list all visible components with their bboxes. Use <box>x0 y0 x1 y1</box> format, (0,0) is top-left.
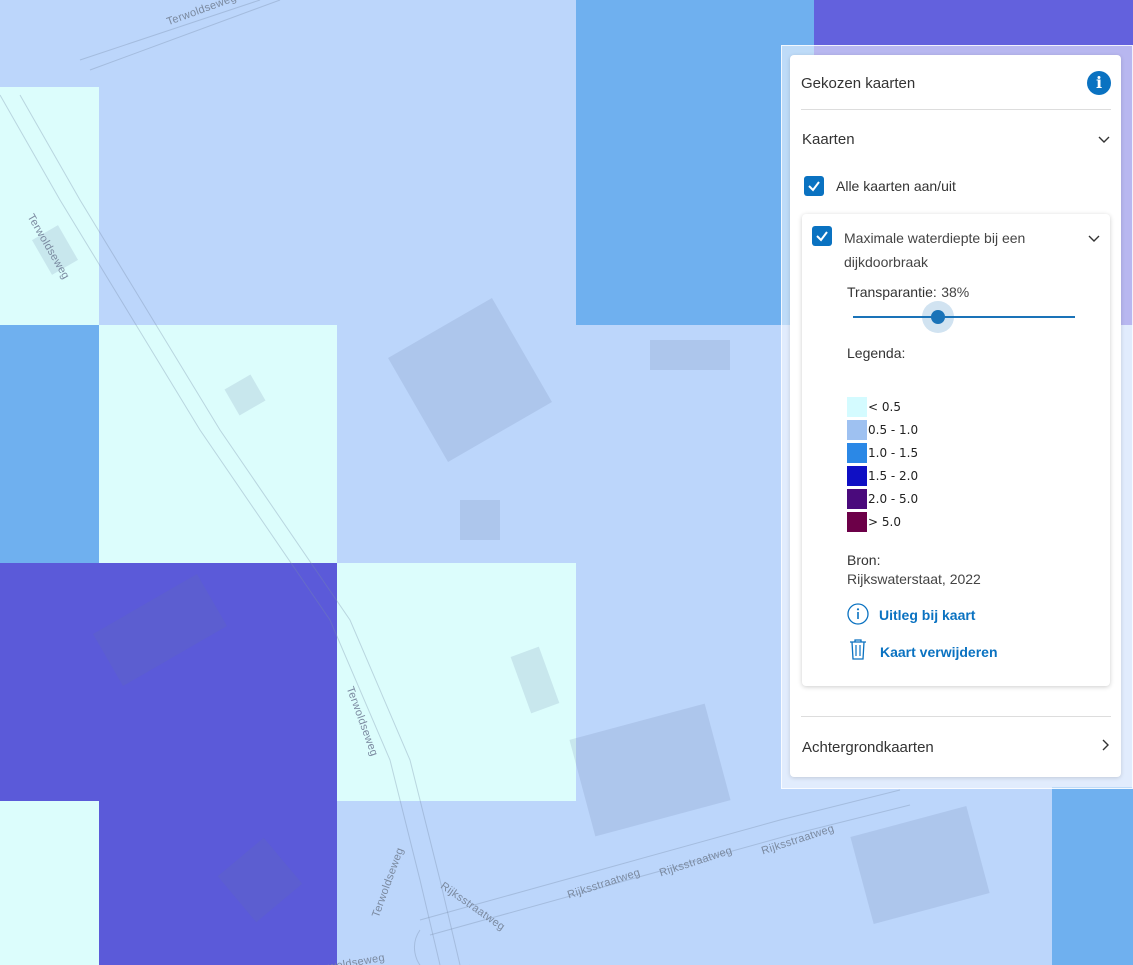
legend-text: 2.0 - 5.0 <box>868 492 919 506</box>
checkmark-icon <box>808 181 820 192</box>
explain-map-link[interactable]: Uitleg bij kaart <box>879 607 975 623</box>
legend-text: 1.0 - 1.5 <box>868 446 919 460</box>
toggle-all-checkbox[interactable] <box>804 176 824 196</box>
layer-name: Maximale waterdiepte bij een dijkdoorbra… <box>844 230 1026 270</box>
transparency-slider-track[interactable] <box>853 316 1075 318</box>
remove-map-link[interactable]: Kaart verwijderen <box>880 644 998 660</box>
legend-swatch <box>847 512 867 532</box>
legend-swatch <box>847 443 867 463</box>
legend-text: > 5.0 <box>868 515 901 529</box>
legend-text: 1.5 - 2.0 <box>868 469 919 483</box>
legend-swatch <box>847 420 867 440</box>
toggle-all-label: Alle kaarten aan/uit <box>836 178 956 194</box>
transparency-slider-thumb[interactable] <box>931 310 945 324</box>
layer-checkbox[interactable] <box>812 226 832 246</box>
transparency-value: 38% <box>941 284 970 300</box>
legend-swatch <box>847 397 867 417</box>
maps-section-title[interactable]: Kaarten <box>802 131 855 148</box>
divider <box>801 109 1111 110</box>
source-label: Bron: <box>847 552 881 568</box>
trash-icon <box>850 639 866 660</box>
chevron-down-icon[interactable] <box>1088 233 1100 245</box>
layer-card: Maximale waterdiepte bij een dijkdoorbra… <box>802 214 1110 686</box>
transparency-row: Transparantie: 38% <box>847 284 969 302</box>
background-maps-section[interactable]: Achtergrondkaarten <box>802 739 934 756</box>
checkmark-icon <box>816 231 828 242</box>
legend-text: 0.5 - 1.0 <box>868 423 919 437</box>
source-value: Rijkswaterstaat, 2022 <box>847 571 981 587</box>
chevron-down-icon[interactable] <box>1098 134 1110 146</box>
legend-label: Legenda: <box>847 345 906 361</box>
chosen-maps-panel: Gekozen kaarten i Kaarten Alle kaarten a… <box>790 55 1121 777</box>
panel-title: Gekozen kaarten <box>801 75 916 92</box>
legend-text: < 0.5 <box>868 400 901 414</box>
info-icon[interactable]: i <box>1087 71 1111 95</box>
divider <box>801 716 1111 717</box>
legend-swatch <box>847 489 867 509</box>
chevron-right-icon[interactable] <box>1100 739 1112 751</box>
legend-swatch <box>847 466 867 486</box>
transparency-label: Transparantie: <box>847 284 937 300</box>
info-circle-icon <box>847 603 869 625</box>
